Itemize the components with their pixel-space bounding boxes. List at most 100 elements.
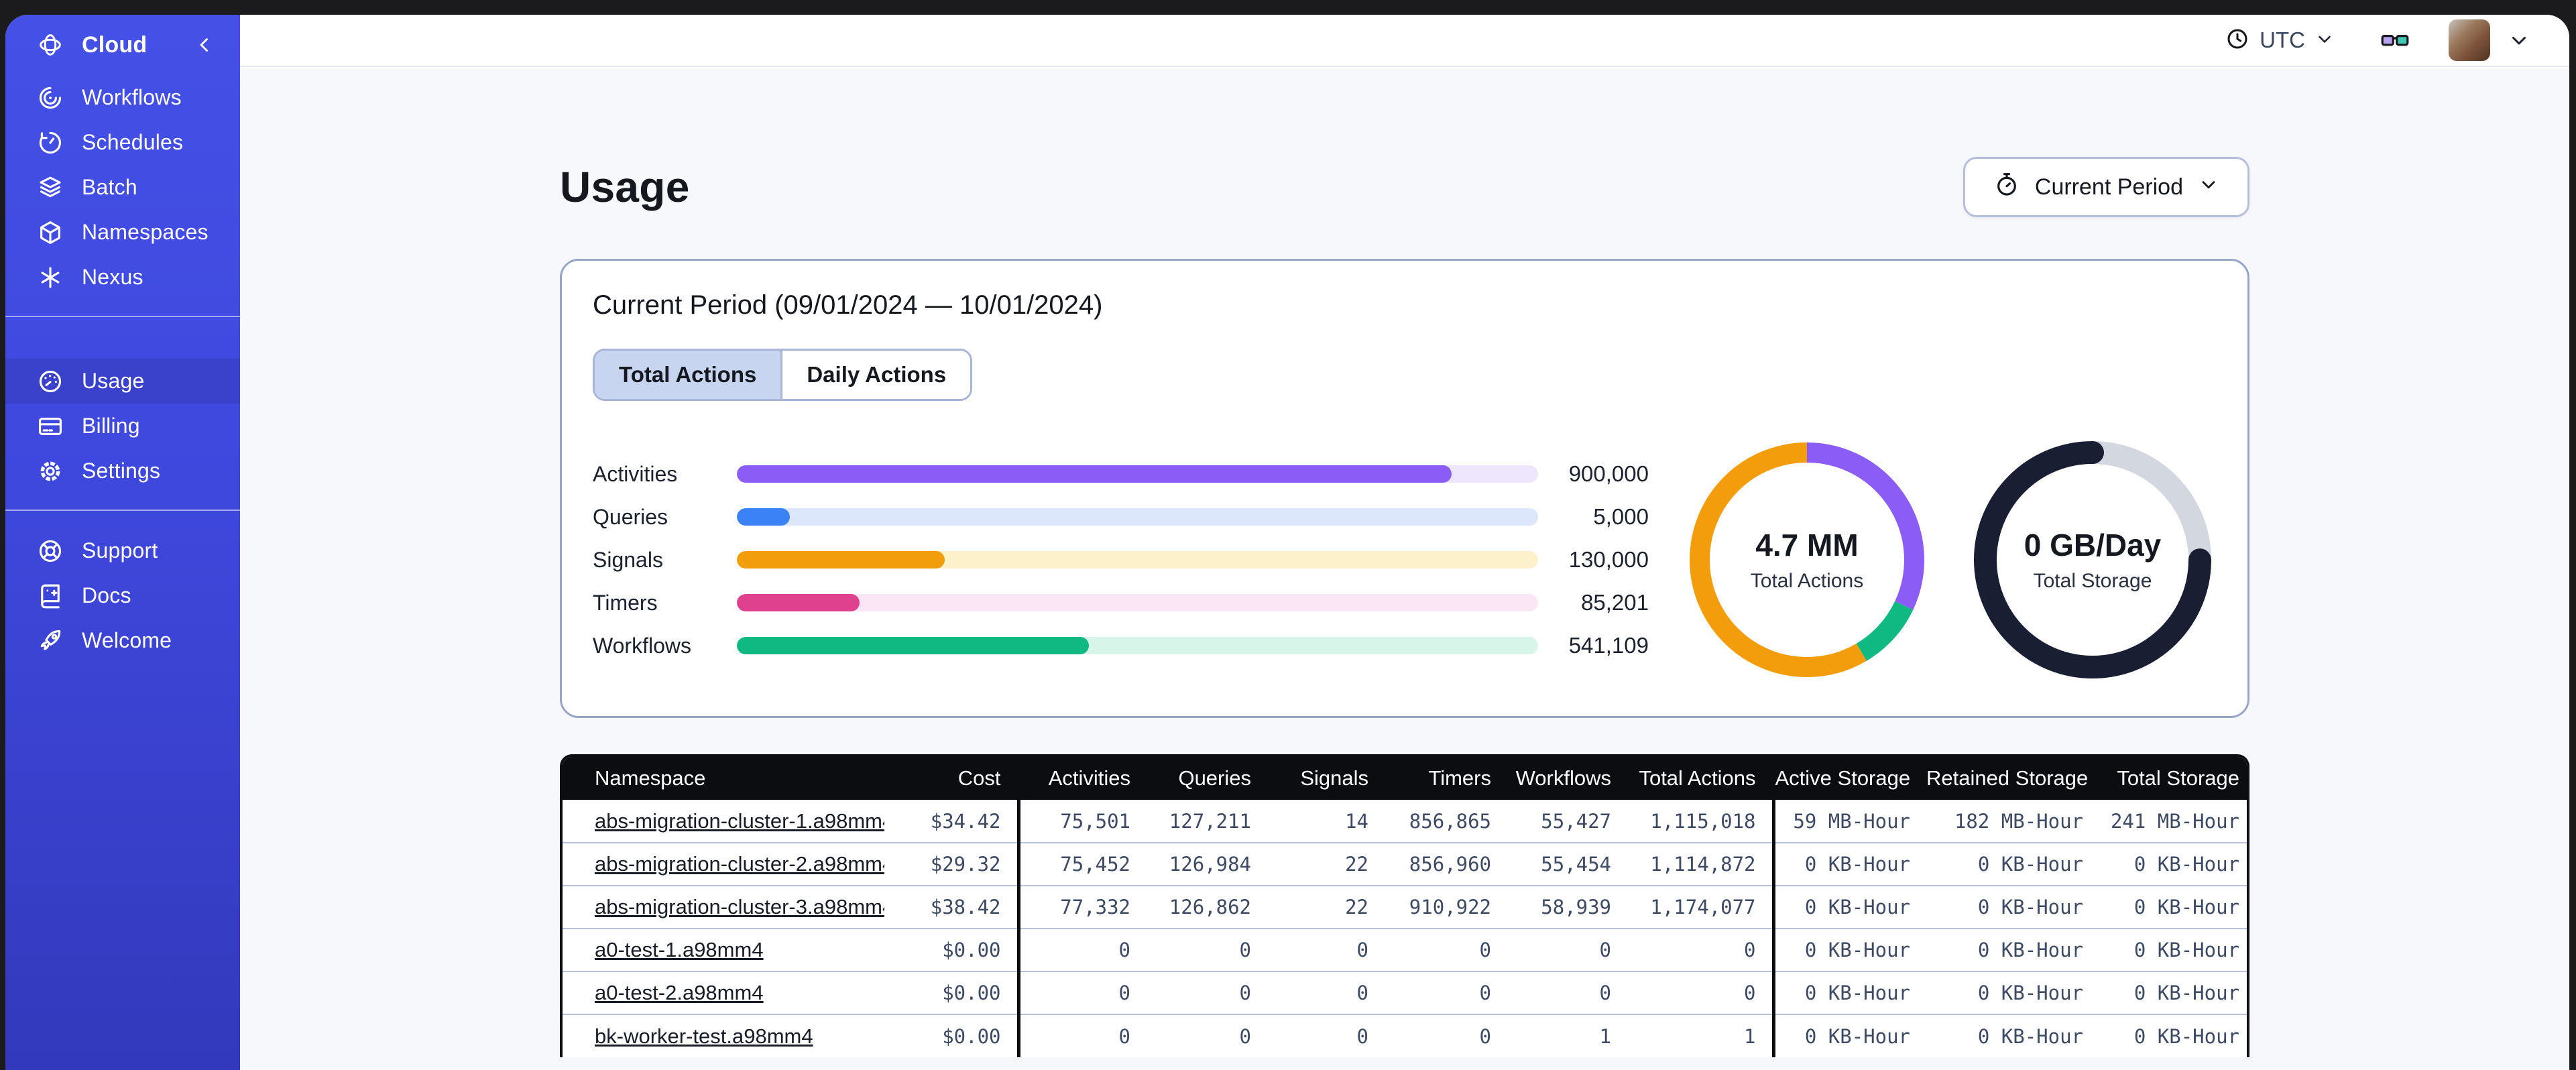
sidebar-brand[interactable]: Cloud [5, 15, 240, 75]
sidebar-nav-main: Workflows Schedules Batch Namespaces Nex… [5, 75, 240, 300]
total-storage-value: 0 GB/Day [2024, 528, 2162, 562]
value-cell: 1,174,077 [1627, 885, 1773, 929]
glasses-icon[interactable] [2379, 24, 2411, 56]
column-header: Timers [1385, 757, 1507, 800]
table-row: abs-migration-cluster-1.a98mm4 $34.42 75,5… [563, 800, 2247, 843]
value-cell: 0 [1267, 1014, 1385, 1057]
page-title: Usage [560, 163, 690, 211]
value-cell: 0 [1627, 928, 1773, 971]
table-row: abs-migration-cluster-3.a98mm4 $38.42 77,3… [563, 885, 2247, 929]
namespace-link[interactable]: a0-test-2.a98mm4 [595, 981, 764, 1004]
sidebar-item-label: Namespaces [82, 220, 209, 244]
namespace-cell: a0-test-1.a98mm4 [563, 928, 884, 971]
avatar[interactable] [2449, 19, 2490, 61]
tab-daily-actions[interactable]: Daily Actions [782, 351, 971, 399]
period-selector-button[interactable]: Current Period [1963, 157, 2249, 217]
tab-total-actions[interactable]: Total Actions [595, 351, 783, 399]
namespace-cell: abs-migration-cluster-2.a98mm4 [563, 842, 884, 886]
batch-icon [36, 174, 64, 202]
sidebar-item-nexus[interactable]: Nexus [5, 255, 240, 300]
value-cell: 127,211 [1169, 809, 1251, 833]
bar-track [737, 465, 1538, 483]
sidebar-nav-footer: Support Docs Welcome [5, 528, 240, 663]
sidebar-item-settings[interactable]: Settings [5, 449, 240, 493]
bar-label: Timers [593, 590, 658, 615]
bar-track [737, 508, 1538, 526]
sidebar-divider [5, 316, 240, 317]
sidebar-item-docs[interactable]: Docs [5, 573, 240, 618]
value-cell: 910,922 [1385, 885, 1507, 929]
brand-label: Cloud [82, 32, 148, 58]
donut-charts: 4.7 MM Total Actions 0 GB/Day Total Stor… [1683, 436, 2217, 684]
value-cell: $0.00 [884, 971, 1018, 1014]
value-cell: 0 [1385, 1014, 1507, 1057]
value-cell: 0 KB-Hour [1926, 842, 2099, 886]
value-cell: 0 [1385, 971, 1507, 1014]
total-actions-value: 4.7 MM [1755, 528, 1859, 562]
namespace-link[interactable]: abs-migration-cluster-3.a98mm4 [595, 895, 884, 918]
sidebar-nav-account: Usage Billing Settings [5, 359, 240, 493]
table-row: a0-test-1.a98mm4 $0.00 0 0 0 0 0 0 0 KB-Hour 0 KB… [563, 928, 2247, 971]
stopwatch-icon [1993, 171, 2020, 204]
sidebar-item-billing[interactable]: Billing [5, 404, 240, 449]
temporal-logo-icon [36, 31, 64, 59]
namespace-link[interactable]: abs-migration-cluster-2.a98mm4 [595, 852, 884, 876]
value-cell: 0 [1147, 928, 1267, 971]
billing-icon [36, 412, 64, 440]
sidebar-item-label: Nexus [82, 265, 143, 289]
value-cell: 59 MB-Hour [1771, 800, 1926, 843]
sidebar-item-welcome[interactable]: Welcome [5, 618, 240, 663]
namespace-link[interactable]: a0-test-1.a98mm4 [595, 938, 764, 961]
column-header: Activities [1016, 757, 1147, 800]
namespace-link[interactable]: bk-worker-test.a98mm4 [595, 1024, 813, 1048]
main-content: Usage Current Period Current Period (09/… [240, 68, 2569, 1070]
clock-icon [2225, 26, 2250, 55]
bar-track [737, 594, 1538, 611]
bar-fill [737, 465, 1452, 483]
value-cell: 0 KB-Hour [1771, 928, 1926, 971]
column-header: Namespace [563, 757, 884, 800]
value-cell: $0.00 [884, 928, 1018, 971]
value-cell: 77,332 [1016, 885, 1147, 929]
value-cell: 75,452 [1016, 842, 1147, 886]
value-cell: 0 [1507, 971, 1627, 1014]
total-actions-caption: Total Actions [1750, 570, 1864, 592]
bar-row: Queries 5,000 [593, 495, 1649, 538]
value-cell: 55,427 [1541, 809, 1611, 833]
support-icon [36, 537, 64, 565]
column-header: Workflows [1507, 757, 1627, 800]
sidebar-item-workflows[interactable]: Workflows [5, 75, 240, 120]
sidebar: Cloud Workflows Schedules Batch Namespac… [5, 15, 240, 1070]
value-cell: 0 KB-Hour [2099, 1014, 2247, 1057]
column-header: Retained Storage [1926, 757, 2099, 800]
value-cell: 0 KB-Hour [2099, 928, 2247, 971]
value-cell: 0 KB-Hour [2099, 885, 2247, 929]
sidebar-item-namespaces[interactable]: Namespaces [5, 210, 240, 255]
account-chevron-down-icon[interactable] [2508, 29, 2530, 52]
value-cell: 14 [1345, 809, 1368, 833]
namespace-cell: abs-migration-cluster-1.a98mm4 [563, 800, 884, 843]
value-cell: 241 MB-Hour [2110, 809, 2239, 833]
sidebar-item-support[interactable]: Support [5, 528, 240, 573]
bar-row: Activities 900,000 [593, 453, 1649, 495]
timezone-selector[interactable]: UTC [2225, 26, 2335, 55]
value-cell: 0 [1267, 928, 1385, 971]
topbar: UTC [240, 15, 2569, 67]
namespace-cell: abs-migration-cluster-3.a98mm4 [563, 885, 884, 929]
column-header: Total Actions [1627, 757, 1773, 800]
sidebar-item-batch[interactable]: Batch [5, 165, 240, 210]
value-cell: 0 [1016, 928, 1147, 971]
nexus-icon [36, 263, 64, 292]
namespace-link[interactable]: abs-migration-cluster-1.a98mm4 [595, 809, 884, 833]
column-header: Cost [884, 757, 1018, 800]
namespaces-icon [36, 219, 64, 247]
bar-row: Signals 130,000 [593, 538, 1649, 581]
collapse-sidebar-icon[interactable] [193, 34, 216, 56]
bar-value: 85,201 [1581, 590, 1649, 615]
sidebar-item-label: Docs [82, 583, 131, 607]
sidebar-divider [5, 510, 240, 511]
bar-label: Workflows [593, 633, 691, 658]
sidebar-item-schedules[interactable]: Schedules [5, 120, 240, 165]
bar-track [737, 551, 1538, 569]
sidebar-item-usage[interactable]: Usage [5, 359, 240, 404]
